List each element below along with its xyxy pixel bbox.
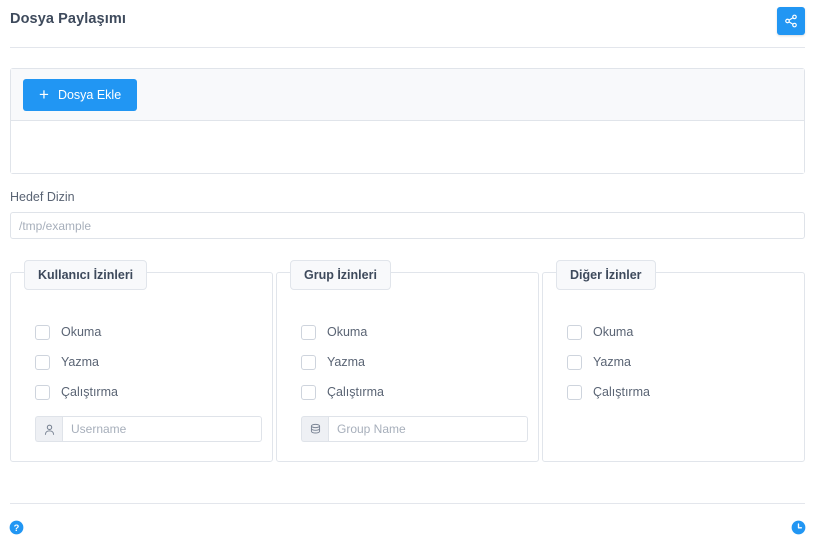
add-file-button[interactable]: + Dosya Ekle xyxy=(23,79,138,111)
page-header: Dosya Paylaşımı xyxy=(0,0,815,48)
file-upload-toolbar: + Dosya Ekle xyxy=(11,69,804,121)
plus-icon: + xyxy=(39,84,49,104)
permission-label: Okuma xyxy=(61,325,102,339)
file-upload-card: + Dosya Ekle xyxy=(10,68,805,174)
permission-label: Yazma xyxy=(327,355,365,369)
other-permissions-items: Okuma Yazma Çalıştırma xyxy=(543,273,804,407)
permission-item[interactable]: Okuma xyxy=(567,317,804,347)
file-sharing-page: Dosya Paylaşımı + Dosya Ekle Hedef Dizin… xyxy=(0,0,815,550)
group-permissions-items: Okuma Yazma Çalıştırma xyxy=(277,273,538,442)
target-directory-input[interactable] xyxy=(10,212,805,239)
groupname-input[interactable] xyxy=(328,416,528,442)
username-input-group xyxy=(35,416,262,442)
other-write-checkbox[interactable] xyxy=(567,354,582,370)
group-write-checkbox[interactable] xyxy=(301,354,316,370)
user-execute-checkbox[interactable] xyxy=(35,384,50,400)
permission-item[interactable]: Okuma xyxy=(301,317,538,347)
svg-text:?: ? xyxy=(14,523,20,533)
file-list-area[interactable] xyxy=(11,121,804,173)
permission-item[interactable]: Okuma xyxy=(35,317,272,347)
user-write-checkbox[interactable] xyxy=(35,354,50,370)
permission-label: Okuma xyxy=(327,325,368,339)
group-permissions-panel: Grup İzinleri Okuma Yazma Çalıştırma xyxy=(276,260,539,462)
share-button[interactable] xyxy=(777,7,805,35)
help-circle-icon[interactable]: ? xyxy=(9,520,24,535)
permission-label: Çalıştırma xyxy=(61,385,118,399)
add-file-button-label: Dosya Ekle xyxy=(57,88,122,102)
group-stack-icon xyxy=(301,416,328,442)
user-read-checkbox[interactable] xyxy=(35,324,50,340)
user-permissions-items: Okuma Yazma Çalıştırma xyxy=(11,273,272,442)
clock-circle-icon[interactable] xyxy=(791,520,806,535)
user-permissions-panel: Kullanıcı İzinleri Okuma Yazma Çalıştırm… xyxy=(10,260,273,462)
permission-item[interactable]: Yazma xyxy=(567,347,804,377)
target-directory-label: Hedef Dizin xyxy=(10,190,75,204)
footer-divider xyxy=(10,503,805,504)
page-title: Dosya Paylaşımı xyxy=(10,11,126,27)
username-input[interactable] xyxy=(62,416,262,442)
permission-item[interactable]: Çalıştırma xyxy=(567,377,804,407)
permissions-row: Kullanıcı İzinleri Okuma Yazma Çalıştırm… xyxy=(10,260,805,462)
group-read-checkbox[interactable] xyxy=(301,324,316,340)
permission-label: Yazma xyxy=(593,355,631,369)
permission-label: Yazma xyxy=(61,355,99,369)
user-icon xyxy=(35,416,62,442)
groupname-input-group xyxy=(301,416,528,442)
other-execute-checkbox[interactable] xyxy=(567,384,582,400)
group-permissions-legend: Grup İzinleri xyxy=(290,260,391,290)
share-icon xyxy=(784,14,798,28)
permission-label: Okuma xyxy=(593,325,634,339)
permission-item[interactable]: Çalıştırma xyxy=(35,377,272,407)
permission-item[interactable]: Çalıştırma xyxy=(301,377,538,407)
permission-label: Çalıştırma xyxy=(593,385,650,399)
group-execute-checkbox[interactable] xyxy=(301,384,316,400)
header-divider xyxy=(10,47,805,48)
user-permissions-legend: Kullanıcı İzinleri xyxy=(24,260,148,290)
permission-label: Çalıştırma xyxy=(327,385,384,399)
other-permissions-legend: Diğer İzinler xyxy=(556,260,656,290)
permission-item[interactable]: Yazma xyxy=(35,347,272,377)
other-permissions-panel: Diğer İzinler Okuma Yazma Çalıştırma xyxy=(542,260,805,462)
other-read-checkbox[interactable] xyxy=(567,324,582,340)
permission-item[interactable]: Yazma xyxy=(301,347,538,377)
